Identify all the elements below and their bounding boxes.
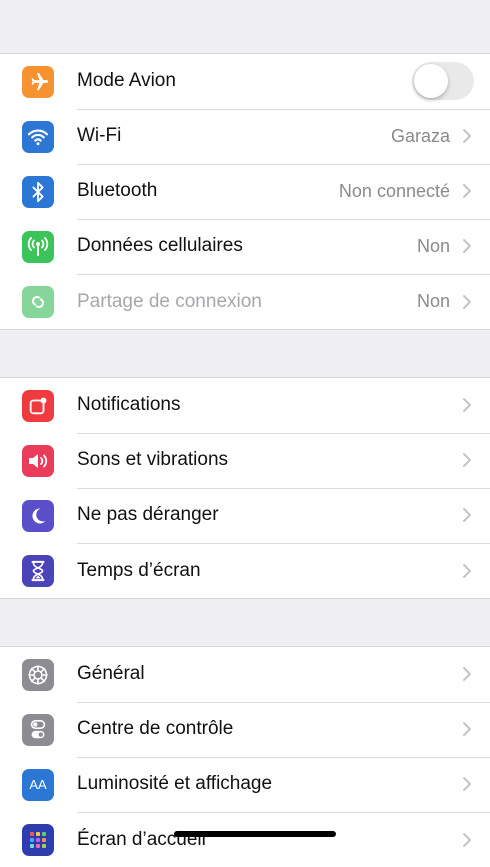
connectivity-group: Mode Avion Wi-Fi Garaza Bluetooth Non co… — [0, 54, 490, 329]
home-indicator[interactable] — [174, 831, 336, 837]
chevron-right-icon — [463, 453, 471, 467]
notifications-row[interactable]: Notifications — [0, 378, 490, 434]
cellular-icon — [22, 230, 54, 263]
display-icon-text: AA — [29, 777, 47, 792]
wifi-label: Wi-Fi — [77, 125, 122, 146]
chevron-right-icon — [463, 508, 471, 522]
bluetooth-status-value: Non connecté — [338, 180, 450, 201]
bluetooth-icon — [22, 175, 54, 208]
screen-time-row[interactable]: Temps d’écran — [0, 543, 490, 598]
bluetooth-row[interactable]: Bluetooth Non connecté — [0, 164, 490, 220]
personal-hotspot-row[interactable]: Partage de connexion Non — [0, 274, 490, 329]
airplane-mode-label: Mode Avion — [77, 70, 176, 91]
home-screen-icon — [22, 823, 54, 856]
cellular-data-label: Données cellulaires — [77, 235, 243, 256]
chevron-right-icon — [463, 563, 471, 578]
control-center-icon — [22, 713, 54, 746]
toggle-knob — [414, 64, 448, 98]
sounds-label: Sons et vibrations — [77, 449, 229, 470]
display-brightness-row[interactable]: AA Luminosité et affichage — [0, 757, 490, 813]
chevron-right-icon — [463, 239, 471, 253]
chevron-right-icon — [463, 722, 471, 736]
do-not-disturb-row[interactable]: Ne pas déranger — [0, 488, 490, 544]
wifi-icon — [22, 120, 54, 153]
notifications-group: Notifications Sons et vibrations Ne pas … — [0, 378, 490, 598]
moon-icon — [22, 499, 54, 532]
section-spacer — [0, 598, 490, 647]
chevron-right-icon — [463, 777, 471, 791]
control-center-label: Centre de contrôle — [77, 718, 234, 739]
chevron-right-icon — [463, 398, 471, 412]
chevron-right-icon — [463, 129, 471, 143]
cellular-data-value: Non — [416, 235, 450, 256]
section-spacer — [0, 329, 490, 378]
hotspot-icon — [22, 285, 54, 318]
sounds-row[interactable]: Sons et vibrations — [0, 433, 490, 489]
chevron-right-icon — [463, 667, 471, 681]
notifications-icon — [22, 389, 54, 422]
chevron-right-icon — [463, 832, 471, 847]
general-row[interactable]: Général — [0, 647, 490, 703]
display-brightness-label: Luminosité et affichage — [77, 773, 273, 794]
gear-icon — [22, 658, 54, 691]
chevron-right-icon — [463, 294, 471, 309]
personal-hotspot-value: Non — [416, 291, 450, 311]
hourglass-icon — [22, 554, 54, 587]
wifi-network-value: Garaza — [390, 125, 450, 146]
screen-time-label: Temps d’écran — [77, 559, 201, 581]
notifications-label: Notifications — [77, 394, 181, 415]
speaker-icon — [22, 444, 54, 477]
cellular-data-row[interactable]: Données cellulaires Non — [0, 219, 490, 275]
home-screen-row[interactable]: Écran d’accueil — [0, 812, 490, 867]
do-not-disturb-label: Ne pas déranger — [77, 504, 219, 525]
personal-hotspot-label: Partage de connexion — [77, 290, 262, 312]
airplane-icon — [22, 65, 54, 98]
display-icon: AA — [22, 768, 54, 801]
airplane-mode-toggle[interactable] — [412, 62, 474, 100]
chevron-right-icon — [463, 184, 471, 198]
wifi-row[interactable]: Wi-Fi Garaza — [0, 109, 490, 165]
bluetooth-label: Bluetooth — [77, 180, 158, 201]
control-center-row[interactable]: Centre de contrôle — [0, 702, 490, 758]
top-spacer — [0, 0, 490, 54]
airplane-mode-row[interactable]: Mode Avion — [0, 54, 490, 110]
general-label: Général — [77, 663, 145, 684]
